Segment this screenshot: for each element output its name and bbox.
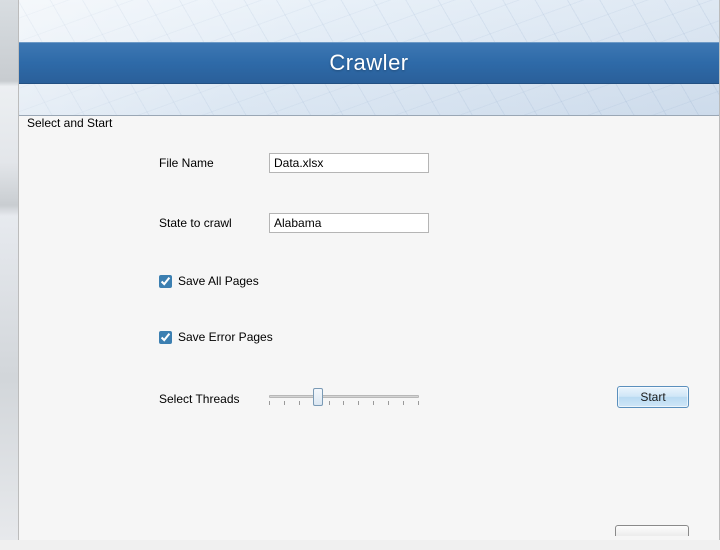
header-banner: Crawler (19, 0, 719, 116)
threads-slider[interactable] (269, 385, 419, 413)
form-area: File Name State to crawl Save All Pages … (19, 152, 719, 414)
save-error-pages-row: Save Error Pages (19, 328, 719, 346)
app-title: Crawler (329, 50, 408, 76)
file-name-input[interactable] (269, 153, 429, 173)
save-error-pages-checkbox[interactable] (159, 331, 172, 344)
main-window: Crawler Select and Start File Name State… (18, 0, 720, 540)
secondary-button-partial[interactable] (615, 525, 689, 536)
state-input[interactable] (269, 213, 429, 233)
state-row: State to crawl (19, 212, 719, 234)
save-all-pages-checkbox[interactable] (159, 275, 172, 288)
header-stripe: Crawler (19, 42, 719, 84)
slider-ticks (269, 401, 419, 407)
file-name-row: File Name (19, 152, 719, 174)
save-all-pages-row: Save All Pages (19, 272, 719, 290)
slider-track (269, 395, 419, 398)
threads-label: Select Threads (159, 392, 269, 406)
save-all-pages-label: Save All Pages (178, 274, 259, 288)
state-label: State to crawl (159, 216, 269, 230)
slider-thumb[interactable] (313, 388, 323, 406)
start-button[interactable]: Start (617, 386, 689, 408)
file-name-label: File Name (159, 156, 269, 170)
group-title: Select and Start (27, 116, 112, 130)
threads-row: Select Threads Start (19, 384, 719, 414)
save-error-pages-label: Save Error Pages (178, 330, 273, 344)
